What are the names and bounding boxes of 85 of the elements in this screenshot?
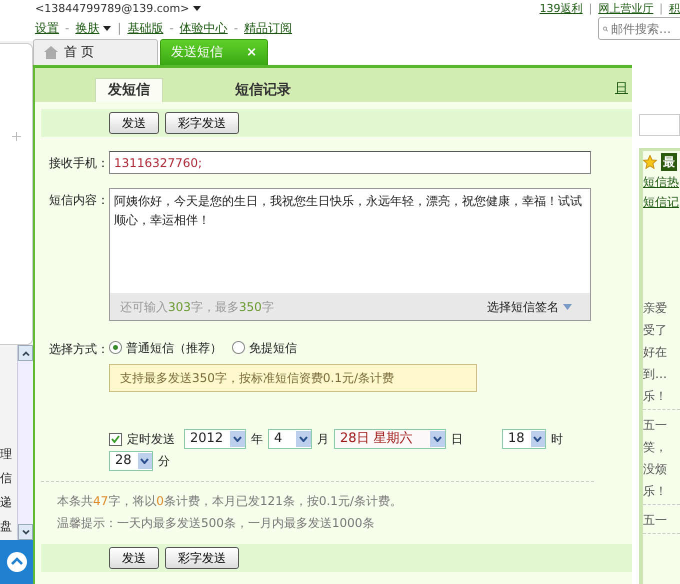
check-icon xyxy=(111,435,120,443)
sidebar-item[interactable]: 理 xyxy=(0,445,17,463)
top-link[interactable]: 网上营业厅 xyxy=(598,2,654,15)
field-label: 接收手机： xyxy=(49,155,109,172)
snippet-text[interactable]: 笑， xyxy=(643,436,680,458)
caret-icon xyxy=(193,5,202,12)
tab[interactable]: 发短信 xyxy=(95,78,163,102)
character-counter: 还可输入303字，最多350字 xyxy=(120,298,274,316)
chevron-down-icon xyxy=(533,436,542,442)
sidebar-item[interactable]: 盘 xyxy=(0,517,17,535)
unit-label: 日 xyxy=(451,431,463,448)
menu-link[interactable]: 精品订阅 xyxy=(244,19,292,37)
chevron-down-icon xyxy=(22,530,30,534)
snippet-text[interactable]: 五一 xyxy=(643,509,680,531)
scroll-up-button[interactable] xyxy=(0,540,33,584)
summary-text: 本条共47字，将以0条计费，本月已发121条，按0.1元/条计费。 xyxy=(57,493,403,510)
chevron-down-icon xyxy=(433,436,442,442)
snippet-text[interactable]: 没烦 xyxy=(643,458,680,480)
send-button[interactable]: 发送 xyxy=(109,112,159,134)
link-separator: | xyxy=(588,2,592,15)
radio-label: 普通短信（推荐） xyxy=(126,340,222,356)
snippet-text[interactable]: 好在 xyxy=(643,341,680,363)
tab[interactable]: 短信记录 xyxy=(223,78,303,102)
plus-icon xyxy=(12,132,20,141)
tab[interactable]: 首 页 xyxy=(33,39,158,65)
unit-label: 月 xyxy=(317,431,329,448)
select-field[interactable]: 28 xyxy=(109,451,153,471)
chevron-up-icon xyxy=(6,551,28,573)
checkbox-label: 定时发送 xyxy=(127,431,175,448)
chevron-down-icon xyxy=(299,436,308,442)
menu-separator: - xyxy=(234,20,238,37)
recipient-field[interactable]: 13116327760; xyxy=(109,151,591,174)
menu-link[interactable]: 基础版 xyxy=(127,19,164,37)
search-field[interactable]: 邮件搜索… xyxy=(598,17,680,40)
panel-title: 最 xyxy=(661,153,677,171)
snippet-text[interactable]: 亲爱 xyxy=(643,297,680,319)
radio-label: 免提短信 xyxy=(249,340,297,356)
chevron-up-icon xyxy=(22,350,30,356)
panel-field[interactable] xyxy=(639,114,680,136)
snippet-text[interactable]: 乐！ xyxy=(643,385,680,407)
chevron-down-icon xyxy=(140,458,150,464)
panel-link[interactable]: 短信记 xyxy=(643,193,680,211)
snippet-text[interactable]: 到… xyxy=(643,363,680,385)
panel-link[interactable]: 短信热 xyxy=(643,173,680,191)
signature-dropdown[interactable]: 选择短信签名 xyxy=(487,298,572,316)
link[interactable]: 日 xyxy=(615,78,628,98)
menu-link[interactable]: 设置 xyxy=(35,19,59,37)
snippet-text[interactable]: 乐！ xyxy=(643,480,680,502)
top-link[interactable]: 139返利 xyxy=(540,2,583,15)
field-label: 选择方式： xyxy=(49,341,109,358)
caret-icon xyxy=(103,24,112,32)
menu-separator: - xyxy=(65,20,70,37)
link-separator: | xyxy=(659,2,663,15)
checkbox[interactable] xyxy=(109,432,122,446)
hint-text: 温馨提示：一天内最多发送500条，一月内最多发送1000条 xyxy=(57,515,376,532)
chevron-down-icon xyxy=(233,436,242,442)
account-email[interactable]: <13844799789@139.com> xyxy=(35,2,190,15)
radio-button[interactable] xyxy=(109,341,122,354)
tip-box: 支持最多发送350字，按标准短信资费0.1元/条计费 xyxy=(109,364,477,392)
scrollbar[interactable] xyxy=(17,345,33,540)
star-icon xyxy=(643,155,657,169)
select-field[interactable]: 2012 xyxy=(184,429,246,449)
unit-label: 时 xyxy=(551,431,563,448)
radio-button[interactable] xyxy=(232,341,245,354)
home-icon xyxy=(44,46,58,59)
snippet-text[interactable]: 五一 xyxy=(643,414,680,436)
unit-label: 年 xyxy=(251,431,263,448)
menu-link[interactable]: 体验中心 xyxy=(180,19,228,37)
caret-icon xyxy=(563,304,572,310)
color-text-send-button[interactable]: 彩字发送 xyxy=(165,112,239,134)
field-label: 短信内容： xyxy=(49,192,109,209)
menu-link[interactable]: 换肤 xyxy=(75,19,112,37)
select-field[interactable]: 28日 星期六 xyxy=(334,429,446,449)
top-link[interactable]: 积 xyxy=(669,2,680,15)
send-button[interactable]: 发送 xyxy=(109,547,159,569)
menu-separator: | xyxy=(117,20,122,37)
select-field[interactable]: 4 xyxy=(268,429,312,449)
color-text-send-button[interactable]: 彩字发送 xyxy=(165,547,239,569)
menu-separator: - xyxy=(169,20,174,37)
snippet-text[interactable]: 受了 xyxy=(643,319,680,341)
message-field[interactable]: 阿姨你好，今天是您的生日，我祝您生日快乐，永远年轻，漂亮，祝您健康，幸福！试试顺心，幸运相伴！ xyxy=(110,189,590,293)
sidebar-item[interactable]: 信 xyxy=(0,469,17,487)
sidebar-item[interactable]: 递 xyxy=(0,493,17,511)
unit-label: 分 xyxy=(158,453,170,470)
select-field[interactable]: 18 xyxy=(502,429,546,449)
